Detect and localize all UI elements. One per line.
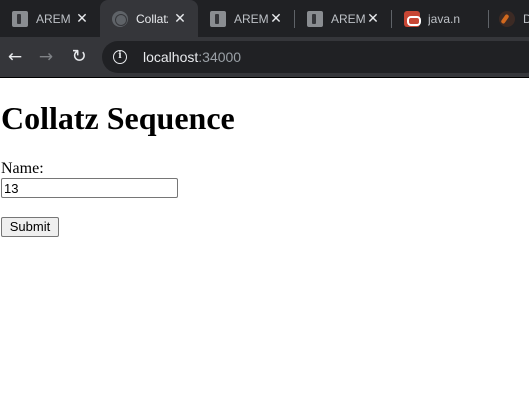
tab-collatz[interactable]: Collatz ✕ (100, 0, 198, 37)
browser-chrome: AREM ✕ Collatz ✕ AREM ✕ AREM ✕ java.n D (0, 0, 529, 78)
submit-button[interactable]: Submit (1, 217, 59, 237)
reload-icon[interactable]: ↻ (67, 45, 91, 69)
page-content: Collatz Sequence Name: Submit (0, 78, 529, 410)
close-icon[interactable]: ✕ (172, 10, 188, 26)
tab-strip: AREM ✕ Collatz ✕ AREM ✕ AREM ✕ java.n D (0, 0, 529, 37)
info-icon[interactable]: i (113, 50, 127, 64)
tab-d[interactable]: D (489, 0, 529, 37)
browser-toolbar: ← → ↻ i localhost :34000 (0, 37, 529, 77)
tab-java[interactable]: java.n (392, 0, 488, 37)
page-icon (210, 10, 226, 27)
tab-title: java.n (428, 11, 461, 26)
forward-arrow-icon[interactable]: → (34, 45, 58, 69)
name-label: Name: (1, 160, 44, 177)
page-title: Collatz Sequence (1, 100, 235, 136)
feather-icon (499, 10, 515, 27)
tab-title: AREM (36, 11, 71, 26)
tab-title: AREM (331, 11, 365, 26)
url-port: :34000 (198, 49, 242, 65)
close-icon[interactable]: ✕ (365, 10, 381, 26)
page-icon (12, 10, 28, 27)
tab-title: Collatz (136, 11, 168, 26)
name-input[interactable] (1, 178, 178, 198)
tab-arem-1[interactable]: AREM ✕ (0, 0, 100, 37)
url-host: localhost (143, 49, 199, 65)
close-icon[interactable]: ✕ (74, 10, 90, 26)
tab-title: AREM (234, 11, 268, 26)
tab-arem-3[interactable]: AREM ✕ (295, 0, 391, 37)
tab-title: D (523, 11, 529, 26)
page-icon (307, 10, 323, 27)
close-icon[interactable]: ✕ (268, 10, 284, 26)
tab-arem-2[interactable]: AREM ✕ (198, 0, 294, 37)
globe-icon (112, 10, 128, 27)
oracle-icon (404, 10, 421, 27)
back-arrow-icon[interactable]: ← (3, 45, 27, 69)
address-bar[interactable]: i localhost :34000 (102, 41, 529, 73)
